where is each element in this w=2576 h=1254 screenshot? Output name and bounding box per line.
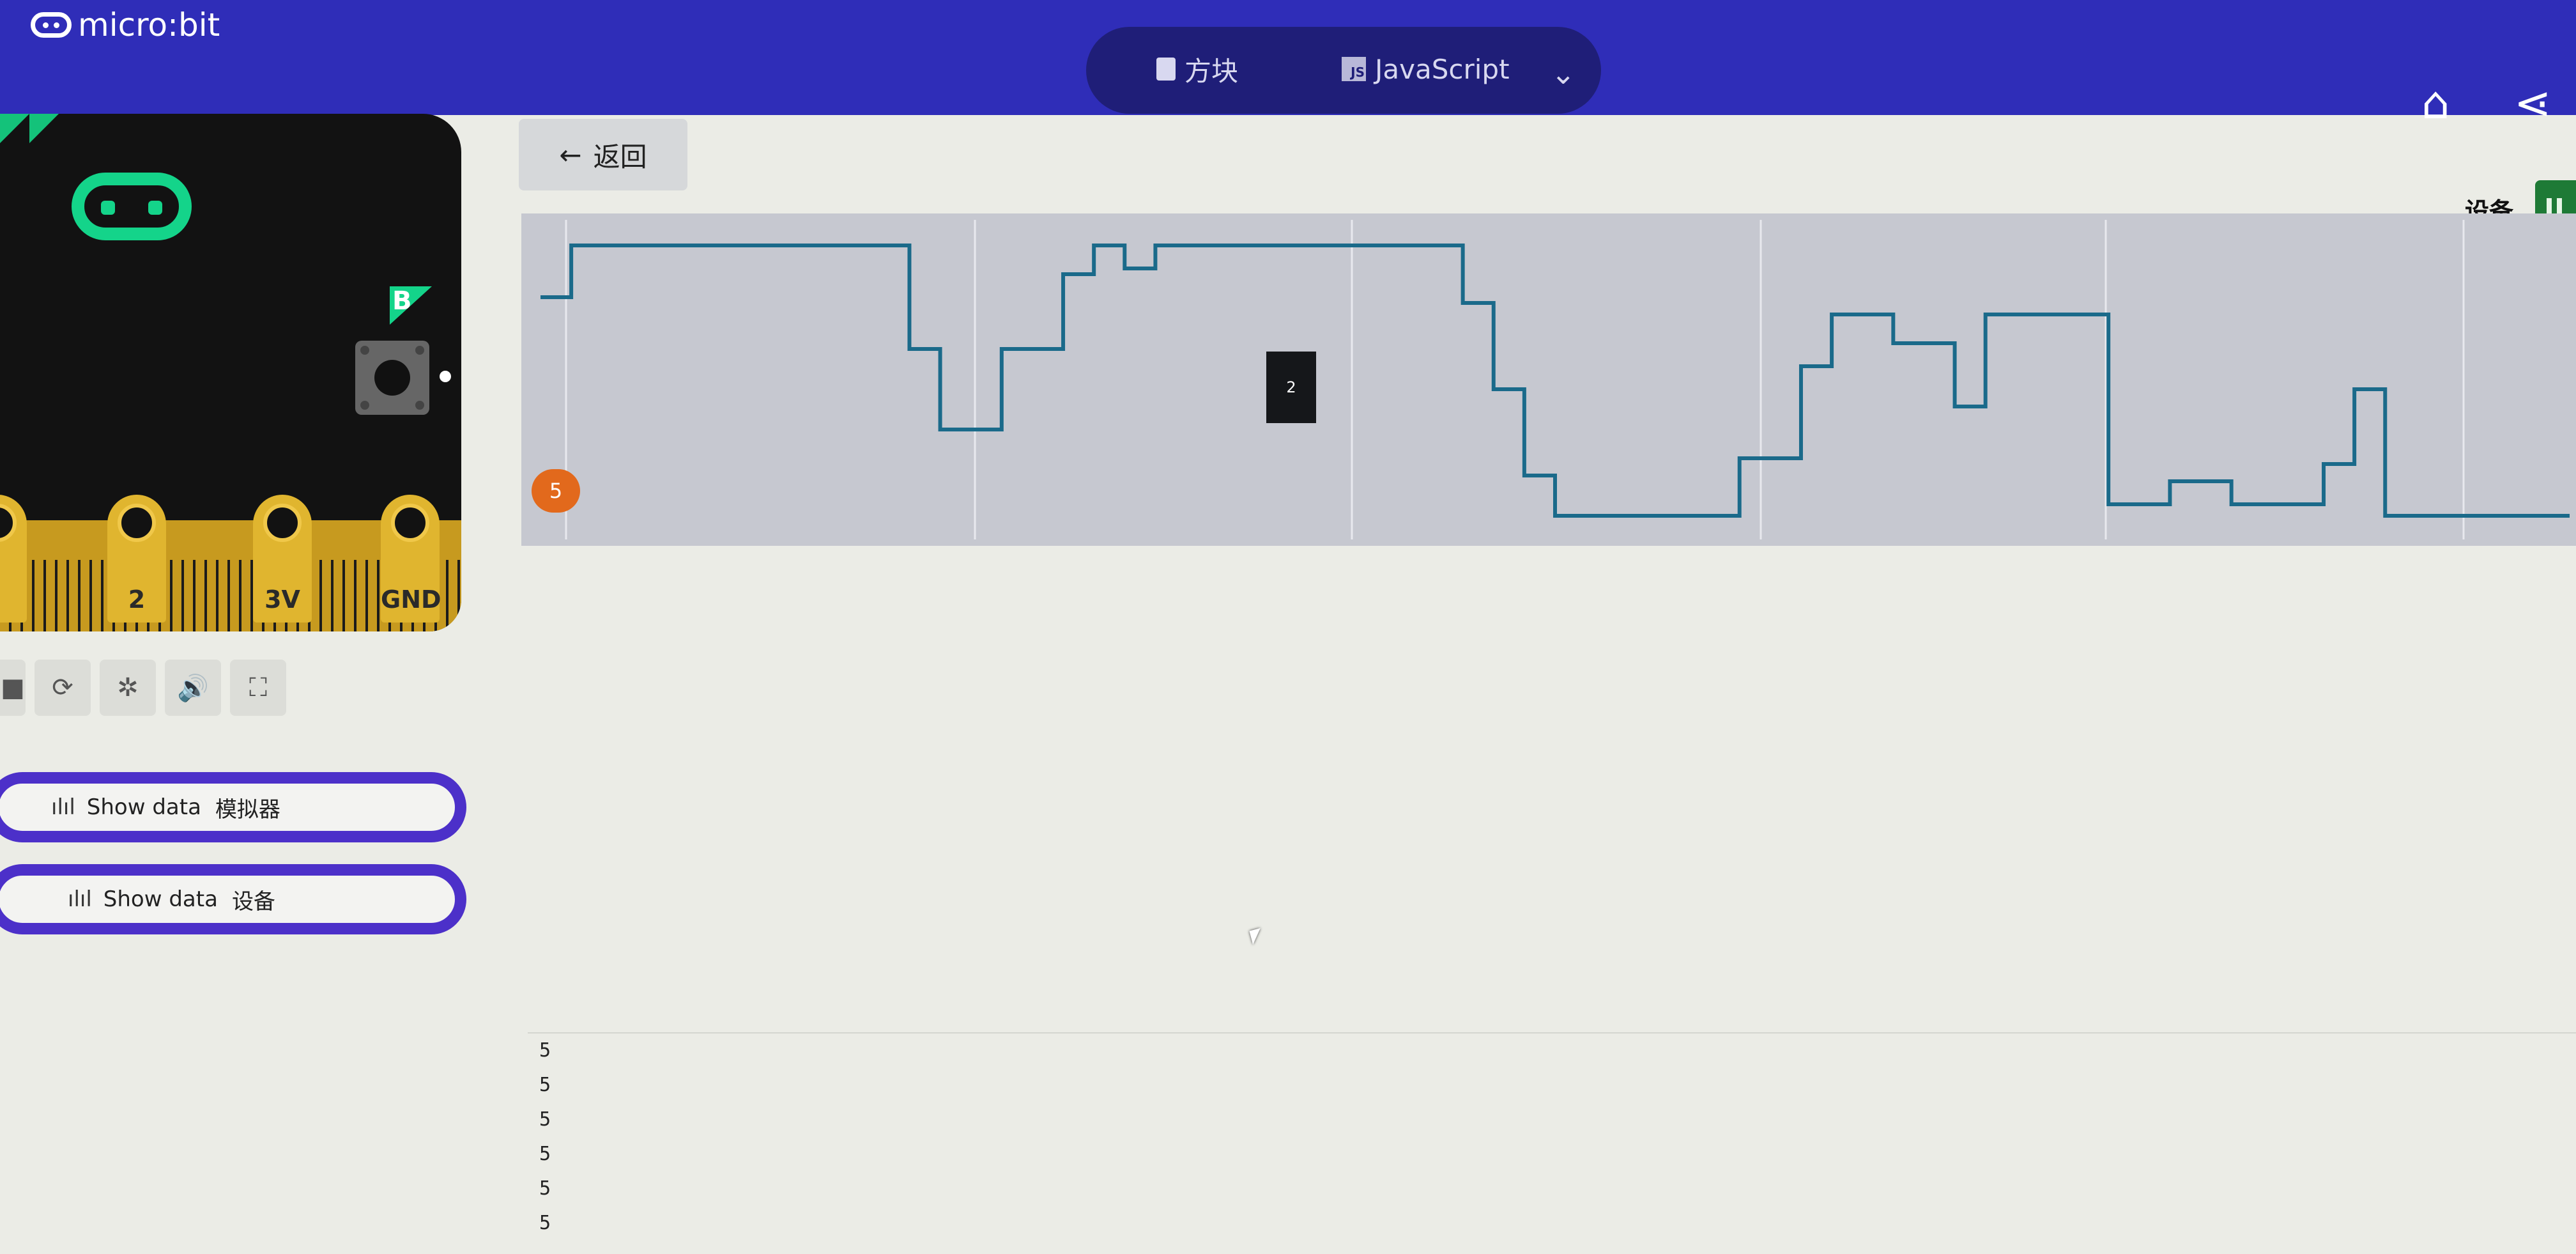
- show-data-simulator-button[interactable]: ılıl Show data 模拟器: [0, 772, 466, 842]
- tab-blocks[interactable]: 方块: [1156, 42, 1238, 96]
- mouse-cursor: [1249, 928, 1264, 945]
- pin-pad-3v[interactable]: 3V: [253, 495, 312, 623]
- indicator-dot: [440, 371, 451, 382]
- chart-background: [521, 213, 2576, 546]
- button-b-label: B: [390, 286, 432, 325]
- corner-marker: [29, 114, 59, 143]
- data-chart: [521, 213, 2576, 546]
- bar-chart-icon: ılıl: [68, 886, 92, 912]
- microbit-logo[interactable]: micro:bit: [31, 6, 220, 43]
- console-line: 5: [539, 1039, 551, 1062]
- stop-icon[interactable]: ■: [0, 660, 26, 716]
- show-data-source: 设备: [231, 888, 275, 915]
- pin-pad-1[interactable]: [0, 495, 27, 623]
- show-data-label: Show data: [103, 886, 218, 912]
- tab-blocks-label: 方块: [1184, 55, 1239, 87]
- chart-tooltip: 2: [1266, 352, 1316, 423]
- show-data-label: Show data: [86, 794, 201, 820]
- bar-chart-icon: ılıl: [51, 794, 75, 820]
- pin-label-2: 2: [128, 585, 146, 614]
- restart-icon[interactable]: ⟳: [34, 660, 91, 716]
- chevron-down-icon[interactable]: ⌄: [1551, 56, 1575, 91]
- console-line: 5: [539, 1074, 551, 1096]
- series-badge: 5: [532, 469, 580, 513]
- console-line: 5: [539, 1177, 551, 1200]
- debug-icon[interactable]: ✲: [100, 660, 156, 716]
- arrow-left-icon: ←: [559, 139, 582, 171]
- corner-marker: [0, 114, 29, 143]
- chart-svg: [521, 213, 2576, 546]
- back-button-label: 返回: [593, 141, 647, 173]
- puzzle-piece-icon: [1156, 58, 1176, 81]
- microbit-logo-icon: [31, 12, 72, 38]
- top-menu-bar: micro:bit 方块 JS JavaScript ⌄ ⌂ ⋖: [0, 0, 2576, 129]
- fullscreen-icon[interactable]: ⛶: [230, 660, 286, 716]
- button-b[interactable]: [355, 341, 429, 415]
- sound-icon[interactable]: 🔊: [165, 660, 221, 716]
- tab-javascript[interactable]: JS JavaScript: [1342, 42, 1510, 96]
- pin-pad-gnd[interactable]: GND: [381, 495, 441, 623]
- edge-connector: 2 3V GND: [0, 495, 461, 631]
- home-icon[interactable]: ⌂: [2421, 77, 2450, 129]
- microbit-simulator: B 2 3V GND: [0, 114, 461, 631]
- pin-pad-2[interactable]: 2: [107, 495, 166, 623]
- microbit-board-logo-icon[interactable]: [72, 173, 192, 240]
- console-line: 5: [539, 1143, 551, 1165]
- simulator-toolbar: ■ ⟳ ✲ 🔊 ⛶: [0, 660, 286, 716]
- show-data-source: 模拟器: [215, 796, 280, 823]
- serial-console: 5 5 5 5 5 5: [528, 1032, 2576, 1254]
- share-icon[interactable]: ⋖: [2514, 77, 2552, 129]
- logo-text: micro:bit: [78, 6, 220, 43]
- show-data-device-button[interactable]: ılıl Show data 设备: [0, 864, 466, 934]
- console-line: 5: [539, 1108, 551, 1131]
- tab-javascript-label: JavaScript: [1375, 53, 1510, 85]
- back-button[interactable]: ← 返回: [519, 119, 687, 190]
- pin-label-gnd: GND: [381, 585, 441, 614]
- js-icon: JS: [1342, 57, 1366, 81]
- pin-label-3v: 3V: [264, 585, 300, 614]
- console-line: 5: [539, 1212, 551, 1234]
- editor-mode-switch: 方块 JS JavaScript ⌄: [1086, 27, 1601, 114]
